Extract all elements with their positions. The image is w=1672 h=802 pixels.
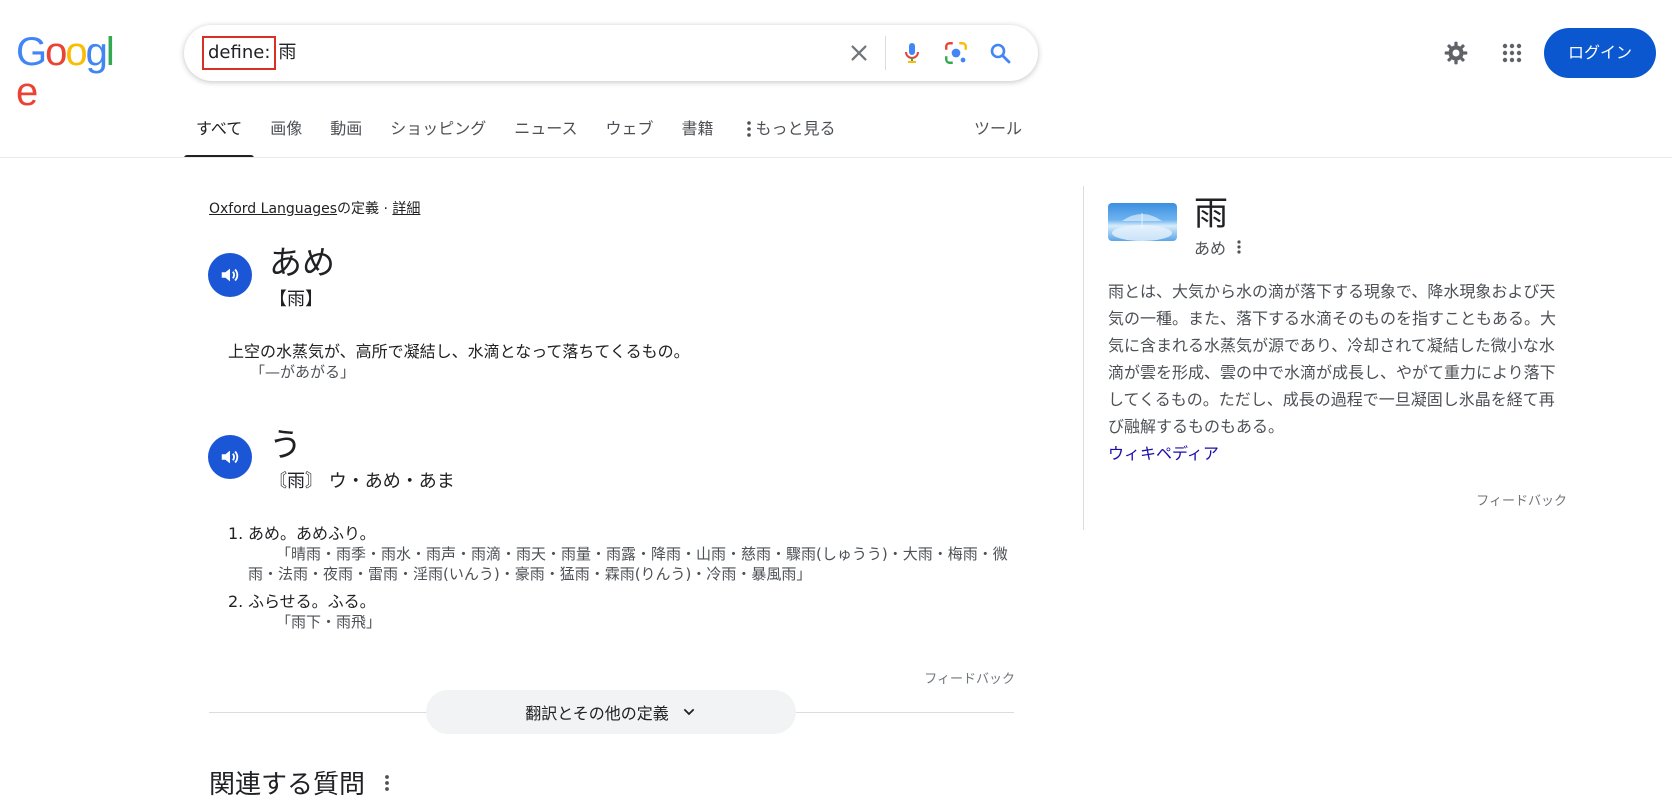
- logo-letter: o: [65, 30, 87, 74]
- knowledge-panel-subtitle: あめ: [1194, 235, 1244, 259]
- search-tabs: すべて 画像 動画 ショッピング ニュース ウェブ 書籍 もっと見る: [183, 114, 864, 158]
- headword-kanji: 〘雨〙 ウ・あめ・あま: [269, 471, 455, 492]
- tools-button[interactable]: ツール: [974, 114, 1022, 144]
- logo-letter: g: [85, 30, 108, 74]
- knowledge-panel-reading: あめ: [1194, 239, 1227, 258]
- gear-icon: [1444, 41, 1468, 65]
- search-button[interactable]: [978, 31, 1022, 75]
- settings-button[interactable]: [1432, 29, 1480, 77]
- headword-kanji: 【雨】: [269, 289, 323, 310]
- related-questions-heading: 関連する質問: [209, 764, 393, 801]
- speaker-icon: [221, 450, 239, 464]
- close-icon: [851, 45, 867, 61]
- tab-news[interactable]: ニュース: [514, 114, 577, 158]
- related-questions-menu[interactable]: [381, 772, 393, 794]
- definition-text: 上空の水蒸気が、高所で凝結し、水滴となって落ちてくるもの。: [228, 342, 690, 361]
- headword: う: [269, 425, 302, 464]
- tab-web[interactable]: ウェブ: [606, 114, 654, 158]
- search-icon: [990, 43, 1011, 64]
- query-operator: define:: [202, 36, 277, 70]
- knowledge-panel-title: 雨: [1194, 194, 1228, 234]
- sense-list: 1. あめ。あめふり。 「晴雨・雨季・雨水・雨声・雨滴・雨天・雨量・雨露・降雨・…: [228, 524, 1008, 640]
- more-vert-icon: [385, 774, 389, 791]
- pronunciation-button[interactable]: [208, 435, 252, 479]
- knowledge-panel-menu[interactable]: [1234, 238, 1244, 256]
- sense-example: 「雨下・雨飛」: [276, 613, 382, 631]
- search-box[interactable]: define: 雨: [184, 25, 1038, 81]
- knowledge-panel-feedback-link[interactable]: フィードバック: [1476, 490, 1567, 509]
- dictionary-feedback-link[interactable]: フィードバック: [924, 668, 1015, 687]
- more-vert-icon: [746, 121, 751, 137]
- sense-number: 2.: [228, 592, 244, 611]
- dictionary-source: Oxford Languagesの定義 · 詳細: [209, 198, 420, 218]
- more-definitions-label: 翻訳とその他の定義: [525, 704, 669, 723]
- tab-more[interactable]: もっと見る: [742, 114, 836, 158]
- knowledge-panel-divider: [1083, 186, 1084, 530]
- definition-example: 「—があがる」: [250, 363, 356, 381]
- google-logo[interactable]: Googl e: [16, 30, 128, 112]
- speaker-icon: [221, 268, 239, 282]
- details-link[interactable]: 詳細: [392, 201, 420, 217]
- more-vert-icon: [1237, 240, 1241, 254]
- query-term: 雨: [278, 42, 297, 63]
- camera-lens-icon: [945, 42, 967, 64]
- tab-books[interactable]: 書籍: [682, 114, 714, 158]
- headword: あめ: [269, 243, 335, 282]
- pronunciation-button[interactable]: [208, 253, 252, 297]
- tabs-divider: [0, 157, 1672, 158]
- list-item: 1. あめ。あめふり。 「晴雨・雨季・雨水・雨声・雨滴・雨天・雨量・雨露・降雨・…: [228, 524, 1008, 584]
- source-suffix: の定義 ·: [337, 201, 393, 217]
- login-button[interactable]: ログイン: [1543, 28, 1656, 78]
- oxford-languages-link[interactable]: Oxford Languages: [209, 201, 337, 217]
- knowledge-panel-image[interactable]: [1108, 203, 1177, 241]
- tab-more-label: もっと見る: [755, 119, 836, 138]
- logo-letter: o: [45, 30, 67, 74]
- chevron-down-icon: [683, 708, 695, 716]
- list-item: 2. ふらせる。ふる。 「雨下・雨飛」: [228, 592, 1008, 632]
- apps-button[interactable]: [1488, 29, 1536, 77]
- tab-all[interactable]: すべて: [183, 114, 255, 158]
- logo-letter: G: [16, 30, 47, 74]
- knowledge-panel-description: 雨とは、大気から水の滴が落下する現象で、降水現象および天気の一種。また、落下する…: [1108, 282, 1557, 436]
- voice-search-button[interactable]: [890, 31, 934, 75]
- lens-search-button[interactable]: [934, 31, 978, 75]
- sense-number: 1.: [228, 524, 244, 543]
- sense-text: ふらせる。ふる。: [248, 592, 376, 611]
- related-questions-title: 関連する質問: [209, 770, 366, 800]
- search-input[interactable]: define: 雨: [202, 36, 297, 70]
- more-definitions-button[interactable]: 翻訳とその他の定義: [426, 690, 796, 734]
- microphone-icon: [905, 43, 919, 63]
- umbrella-rain-image: [1112, 213, 1172, 241]
- search-icons-divider: [885, 36, 886, 70]
- tab-images[interactable]: 画像: [270, 114, 302, 158]
- wikipedia-link[interactable]: ウィキペディア: [1108, 440, 1219, 464]
- tab-shopping[interactable]: ショッピング: [390, 114, 486, 158]
- apps-grid-icon: [1502, 43, 1522, 63]
- sense-example: 「晴雨・雨季・雨水・雨声・雨滴・雨天・雨量・雨露・降雨・山雨・慈雨・驟雨(しゅう…: [248, 545, 1008, 583]
- logo-letter: e: [16, 70, 38, 114]
- logo-letter: l: [105, 30, 115, 74]
- sense-text: あめ。あめふり。: [248, 524, 376, 543]
- tab-videos[interactable]: 動画: [330, 114, 362, 158]
- clear-search-button[interactable]: [837, 31, 881, 75]
